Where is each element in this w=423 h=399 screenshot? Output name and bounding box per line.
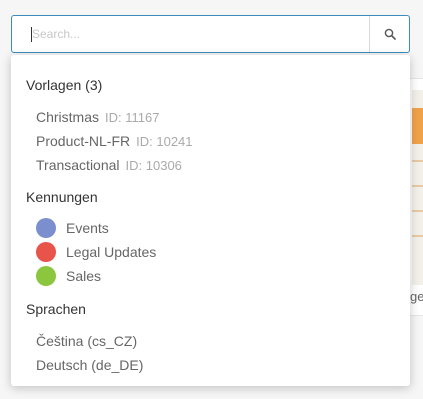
tag-label: Events [66, 220, 109, 236]
tag-color-dot [36, 266, 56, 286]
tag-label: Sales [66, 268, 102, 284]
section-title-templates: Vorlagen (3) [26, 77, 103, 93]
tag-item-sales[interactable]: Sales [36, 266, 101, 286]
text-caret [31, 27, 32, 42]
tag-color-dot [36, 218, 56, 238]
tag-item-legal-updates[interactable]: Legal Updates [36, 242, 156, 262]
template-id: ID: 11167 [105, 110, 160, 125]
search-input[interactable] [12, 16, 370, 52]
template-name: Transactional [36, 157, 120, 173]
search-results-dropdown: Vorlagen (3) Christmas ID: 11167 Product-… [11, 55, 410, 386]
thumbnail-header [412, 108, 423, 144]
template-item-transactional[interactable]: Transactional ID: 10306 [36, 157, 182, 173]
background-label: ge [410, 289, 423, 304]
tag-color-dot [36, 242, 56, 262]
section-title-tags: Kennungen [26, 189, 98, 205]
tag-label: Legal Updates [66, 244, 157, 260]
template-name: Christmas [36, 109, 100, 125]
search-icon [384, 28, 396, 40]
tag-item-events[interactable]: Events [36, 218, 109, 238]
language-label: Deutsch (de_DE) [36, 357, 144, 373]
template-item-product-nl-fr[interactable]: Product-NL-FR ID: 10241 [36, 133, 193, 149]
thumbnail-line [412, 210, 423, 212]
thumbnail-line [412, 235, 423, 237]
section-title-languages: Sprachen [26, 301, 86, 317]
language-label: Čeština (cs_CZ) [36, 333, 138, 349]
template-id: ID: 10241 [136, 134, 193, 149]
template-item-christmas[interactable]: Christmas ID: 11167 [36, 109, 159, 125]
search-button[interactable] [369, 16, 409, 52]
background-thumbnail [412, 90, 423, 285]
thumbnail-line [412, 160, 423, 162]
template-name: Product-NL-FR [36, 133, 131, 149]
language-item-cs-cz[interactable]: Čeština (cs_CZ) [36, 333, 137, 349]
search-box [11, 15, 410, 53]
template-id: ID: 10306 [125, 158, 182, 173]
language-item-de-de[interactable]: Deutsch (de_DE) [36, 357, 143, 373]
thumbnail-line [412, 185, 423, 187]
